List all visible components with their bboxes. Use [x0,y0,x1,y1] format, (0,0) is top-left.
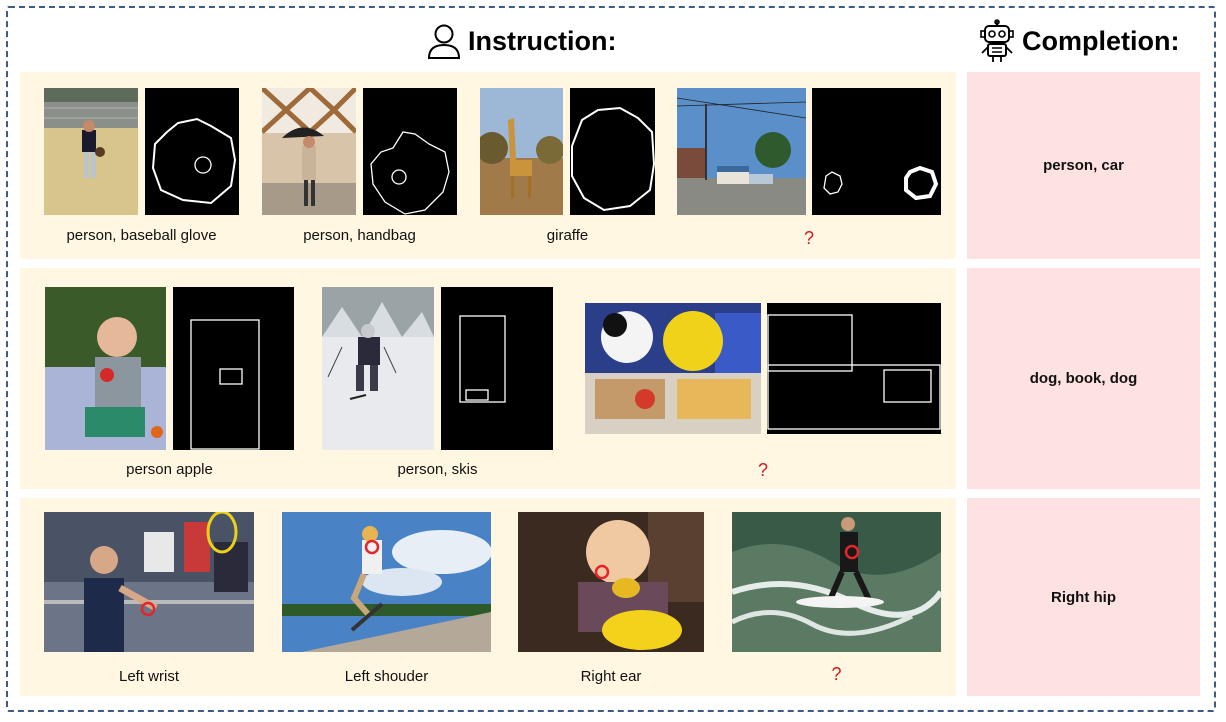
completion-answer: Right hip [1051,588,1116,606]
query-question-mark: ? [831,664,842,684]
example-mask-giraffe [570,88,655,215]
example-mask-skier [441,287,553,450]
example-caption: Left wrist [118,668,179,685]
example-photo-handbag [262,88,356,215]
keypoint-marker [594,564,610,580]
example-caption: Right ear [580,668,642,685]
query-photo-street [677,88,806,215]
keypoint-marker [844,544,860,560]
example-mask-baseball [145,88,239,215]
example-caption: person, skis [397,461,478,478]
example-caption: Left shouder [344,668,429,685]
completion-header: Completion: [978,18,1179,64]
example-caption: person, baseball glove [66,227,217,244]
person-icon [426,22,468,60]
completion-row-2: dog, book, dog [967,268,1200,489]
example-photo-baseball [44,88,138,215]
keypoint-marker [364,539,380,555]
completion-row-3: Right hip [967,498,1200,696]
query-mask-street [812,88,941,215]
completion-title: Completion: [1022,25,1180,56]
query-question-mark: ? [803,228,814,248]
example-mask-baby-apple [173,287,294,450]
completion-row-1: person, car [967,72,1200,259]
completion-answer: dog, book, dog [1029,370,1138,387]
example-photo-tennis [44,512,254,652]
example-caption: person, handbag [303,227,416,244]
example-photo-skier [322,287,434,450]
example-photo-baby-cake [518,512,704,652]
instruction-header: Instruction: [426,18,617,64]
example-caption: person apple [126,461,213,478]
example-photo-skateboard [282,512,491,652]
example-photo-giraffe [480,88,563,215]
example-photo-baby-apple [45,287,166,450]
query-photo-plush-book [585,303,761,434]
query-question-mark: ? [757,460,768,480]
query-photo-surfer [732,512,941,652]
robot-icon [978,19,1022,63]
keypoint-marker [140,601,156,617]
example-caption: giraffe [546,227,589,244]
completion-answer: person, car [1043,157,1124,174]
query-mask-plush-book [767,303,941,434]
example-mask-handbag [363,88,457,215]
instruction-title: Instruction: [468,25,617,56]
